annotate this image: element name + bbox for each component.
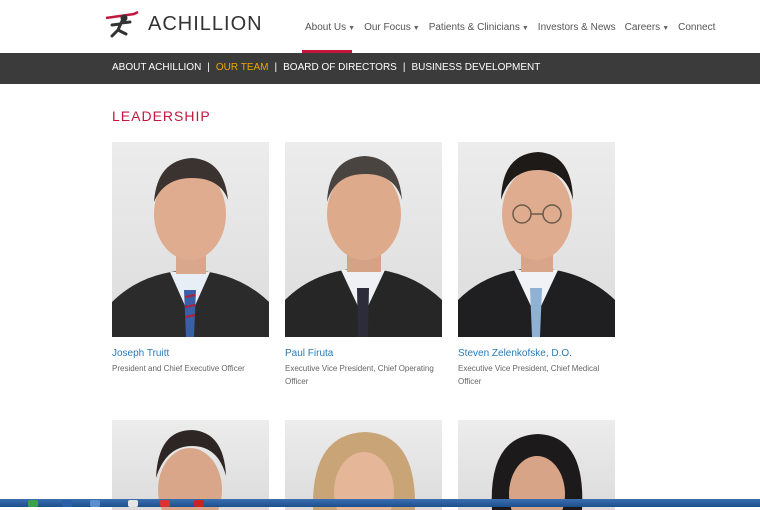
nav-about-us[interactable]: About Us ▼ (305, 22, 355, 33)
leader-name[interactable]: Paul Firuta (285, 348, 442, 359)
leader-card: Joseph Truitt President and Chief Execut… (112, 142, 269, 375)
nav-our-focus[interactable]: Our Focus ▼ (364, 22, 420, 33)
leader-photo[interactable] (112, 420, 269, 510)
site-header: ACHILLION About Us ▼ Our Focus ▼ Patients … (0, 0, 760, 53)
nav-label: Patients & Clinicians (428, 22, 520, 33)
subnav-about-achillion[interactable]: ABOUT ACHILLION (112, 62, 201, 73)
outlook-icon[interactable] (62, 500, 72, 507)
nav-label: Connect (678, 22, 716, 33)
achillion-logo[interactable]: ACHILLION (104, 10, 263, 38)
app-icon[interactable] (128, 500, 138, 507)
main-nav: About Us ▼ Our Focus ▼ Patients & Clinicia… (305, 22, 724, 33)
nav-patients-clinicians[interactable]: Patients & Clinicians ▼ (429, 22, 529, 33)
chevron-down-icon: ▼ (521, 25, 529, 32)
leader-card: Paul Firuta Executive Vice President, Ch… (285, 142, 442, 388)
nav-label: Investors & News (537, 22, 616, 33)
leader-card (285, 420, 442, 510)
subnav-our-team[interactable]: OUR TEAM (216, 62, 269, 73)
nav-careers[interactable]: Careers ▼ (625, 22, 670, 33)
subnav-board-of-directors[interactable]: BOARD OF DIRECTORS (283, 62, 397, 73)
subnav-separator: | (274, 62, 278, 73)
sub-nav: ABOUT ACHILLION | OUR TEAM | BOARD OF DI… (0, 53, 760, 84)
leader-photo[interactable] (458, 142, 615, 337)
logo-text: ACHILLION (148, 12, 263, 35)
leader-card (112, 420, 269, 510)
leader-photo[interactable] (285, 420, 442, 510)
subnav-separator: | (402, 62, 406, 73)
nav-label: Our Focus (364, 22, 411, 33)
leader-photo[interactable] (112, 142, 269, 337)
nav-label: About Us (305, 22, 347, 33)
subnav-separator: | (207, 62, 210, 73)
leader-name[interactable]: Joseph Truitt (112, 348, 269, 359)
nav-connect[interactable]: Connect (678, 22, 715, 33)
nav-label: Careers (624, 22, 661, 33)
explorer-icon[interactable] (90, 500, 100, 507)
leader-photo[interactable] (458, 420, 615, 510)
runner-logo-icon (105, 10, 139, 38)
leader-name[interactable]: Steven Zelenkofske, D.O. (458, 348, 615, 359)
chevron-down-icon: ▼ (348, 25, 356, 32)
chevron-down-icon: ▼ (412, 25, 420, 32)
leader-title: Executive Vice President, Chief Medical … (458, 364, 600, 386)
chrome-icon[interactable] (160, 500, 170, 507)
subnav-business-development[interactable]: BUSINESS DEVELOPMENT (411, 62, 540, 73)
leader-card (458, 420, 615, 510)
windows-taskbar (0, 499, 760, 507)
leader-title: Executive Vice President, Chief Operatin… (285, 364, 434, 386)
chevron-down-icon: ▼ (662, 25, 670, 32)
section-title: LEADERSHIP (112, 108, 211, 124)
excel-icon[interactable] (28, 500, 38, 507)
leader-title: President and Chief Executive Officer (112, 364, 245, 373)
nav-investors-news[interactable]: Investors & News (538, 22, 616, 33)
leader-card: Steven Zelenkofske, D.O. Executive Vice … (458, 142, 615, 388)
leader-photo[interactable] (285, 142, 442, 337)
pdf-icon[interactable] (194, 500, 204, 507)
